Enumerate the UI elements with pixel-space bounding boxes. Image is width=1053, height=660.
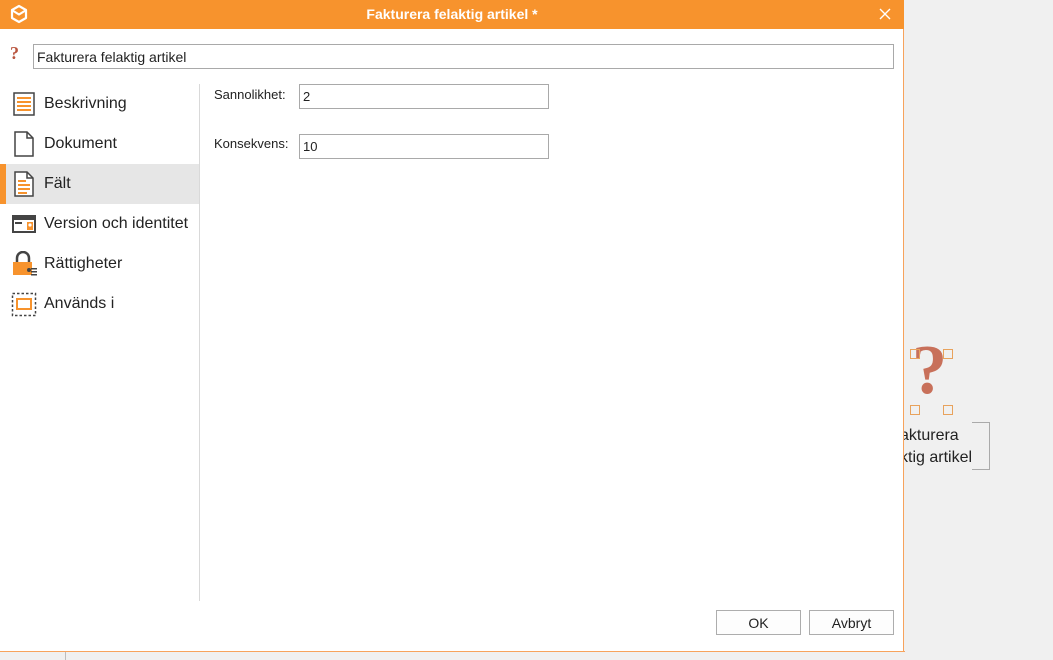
sidebar-item-fields[interactable]: Fält (0, 164, 199, 204)
sidebar-item-label: Version och identitet (44, 215, 189, 232)
title-bar[interactable]: Fakturera felaktig artikel * (0, 0, 904, 29)
name-input[interactable] (33, 44, 894, 69)
sidebar-item-label: Fält (44, 175, 71, 192)
used-in-icon (11, 292, 37, 317)
sidebar-item-permissions[interactable]: Rättigheter (0, 244, 199, 284)
version-identity-icon (12, 215, 36, 233)
consequence-input[interactable] (299, 134, 549, 159)
ok-button[interactable]: OK (716, 610, 801, 635)
question-mark-icon: ? (912, 332, 947, 409)
selection-handle[interactable] (943, 405, 953, 415)
selection-handle[interactable] (910, 349, 920, 359)
label-bracket (972, 422, 990, 470)
properties-dialog: Fakturera felaktig artikel * ? Beskrivni… (0, 0, 904, 651)
close-icon[interactable] (876, 5, 894, 23)
sidebar: Beskrivning Dokument Fält Version och id… (0, 84, 199, 324)
sidebar-item-label: Används i (44, 295, 115, 312)
sidebar-item-document[interactable]: Dokument (0, 124, 199, 164)
lock-icon (13, 251, 37, 276)
description-icon (13, 92, 35, 116)
sidebar-item-label: Rättigheter (44, 255, 123, 272)
probability-input[interactable] (299, 84, 549, 109)
canvas-border (0, 651, 905, 652)
fields-icon (14, 171, 34, 197)
selection-handle[interactable] (943, 349, 953, 359)
probability-label: Sannolikhet: (214, 87, 286, 102)
question-mark-icon: ? (10, 43, 19, 63)
document-icon (14, 131, 34, 157)
window-title: Fakturera felaktig artikel * (366, 6, 538, 22)
canvas-node-label: akturera ktig artikel (900, 427, 973, 466)
cancel-button[interactable]: Avbryt (809, 610, 894, 635)
sidebar-divider (199, 84, 200, 601)
canvas-node[interactable]: ? akturera ktig artikel (900, 336, 1000, 478)
consequence-label: Konsekvens: (214, 136, 289, 151)
sidebar-item-used-in[interactable]: Används i (0, 284, 199, 324)
sidebar-item-label: Dokument (44, 135, 117, 152)
sidebar-item-label: Beskrivning (44, 95, 127, 112)
name-row: ? (0, 40, 904, 72)
sidebar-item-version-identity[interactable]: Version och identitet (0, 204, 199, 244)
sidebar-item-description[interactable]: Beskrivning (0, 84, 199, 124)
canvas-divider (65, 652, 66, 660)
selection-handle[interactable] (910, 405, 920, 415)
